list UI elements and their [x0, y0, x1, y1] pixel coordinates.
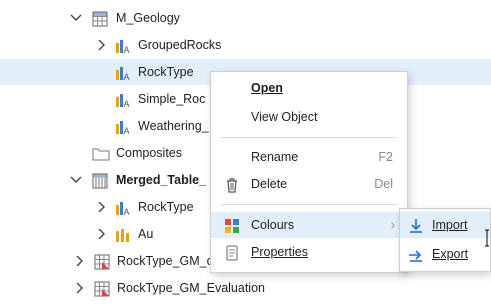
menu-item-label: Rename [251, 150, 299, 164]
properties-icon [224, 244, 240, 261]
merged-table-icon [92, 172, 108, 189]
tree-item-label: Weathering_ [138, 119, 209, 133]
menu-item-rename[interactable]: Rename F2 [211, 144, 407, 170]
svg-text:A: A [124, 126, 130, 135]
import-icon [408, 217, 424, 233]
shortcut-label: F2 [378, 150, 393, 164]
menu-item-label: Export [432, 247, 469, 261]
chevron-right-icon[interactable] [96, 221, 108, 247]
svg-text:A: A [124, 207, 130, 216]
export-icon [408, 246, 424, 262]
colours-submenu: Import Export [399, 208, 491, 272]
menu-item-colours[interactable]: Colours › [211, 212, 407, 238]
menu-item-label: Open [251, 81, 283, 95]
tree-item-composites[interactable]: Composites [0, 140, 230, 166]
tree-item-label: RockType_GM_Evaluation [117, 281, 265, 295]
menu-item-import[interactable]: Import [400, 212, 490, 238]
tree-item-au[interactable]: Au [0, 221, 230, 247]
shortcut-label: Del [374, 177, 393, 191]
tree-item-label: RockType [138, 200, 194, 214]
category-column-icon: A [115, 199, 131, 217]
svg-text:A: A [124, 72, 130, 81]
grid-table-icon [94, 280, 110, 297]
menu-item-label: Colours [251, 218, 295, 232]
menu-item-open[interactable]: Open [211, 75, 407, 101]
menu-item-export[interactable]: Export [400, 241, 490, 267]
tree-item-merged-table[interactable]: Merged_Table_ [0, 167, 230, 193]
folder-icon [92, 145, 110, 161]
chevron-down-icon[interactable] [70, 5, 82, 31]
svg-text:A: A [124, 99, 130, 108]
grid-table-icon [94, 253, 110, 270]
text-cursor-icon [484, 229, 490, 247]
menu-item-view-object[interactable]: View Object [211, 104, 407, 130]
tree-item-label: GroupedRocks [138, 38, 222, 52]
menu-separator [221, 204, 397, 205]
category-column-icon: A [115, 118, 131, 136]
chevron-right-icon: › [390, 218, 395, 232]
menu-item-label: Delete [251, 177, 288, 191]
chevron-right-icon[interactable] [74, 275, 86, 301]
trash-icon [224, 176, 240, 193]
tree-item-merged-rocktype[interactable]: A RockType [0, 194, 230, 220]
menu-item-properties[interactable]: Properties [211, 239, 407, 265]
category-column-icon: A [115, 37, 131, 55]
menu-item-label: View Object [251, 110, 318, 124]
menu-item-label: Import [432, 218, 468, 232]
colours-icon [224, 217, 240, 233]
tree-item-label: Au [138, 227, 154, 241]
tree-item-rocktype-gm-c[interactable]: RockType_GM_c [0, 248, 230, 274]
menu-separator [221, 137, 397, 138]
numeric-column-icon [115, 226, 131, 242]
tree-item-label: M_Geology [116, 11, 180, 25]
tree-item-label: RockType [138, 65, 194, 79]
tree-item-m-geology[interactable]: M_Geology [0, 5, 491, 31]
context-menu: Open View Object Rename F2 Delete Del Co… [210, 71, 408, 273]
menu-item-delete[interactable]: Delete Del [211, 171, 407, 197]
chevron-right-icon[interactable] [96, 194, 108, 220]
tree-item-rocktype-gm-evaluation[interactable]: RockType_GM_Evaluation [0, 275, 491, 301]
table-icon [92, 10, 108, 27]
chevron-right-icon[interactable] [96, 32, 108, 58]
menu-item-label: Properties [251, 245, 308, 259]
tree-item-weathering[interactable]: A Weathering_ [0, 113, 230, 139]
chevron-down-icon[interactable] [70, 167, 82, 193]
tree-item-label: Composites [116, 146, 182, 160]
tree-item-label: Simple_Roc [138, 92, 206, 106]
category-column-icon: A [115, 91, 131, 109]
svg-text:A: A [124, 45, 130, 54]
chevron-right-icon[interactable] [74, 248, 86, 274]
category-column-icon: A [115, 64, 131, 82]
tree-item-label: Merged_Table_ [116, 173, 207, 187]
tree-item-grouped-rocks[interactable]: A GroupedRocks [0, 32, 491, 58]
tree-item-simple-roc[interactable]: A Simple_Roc [0, 86, 230, 112]
tree-item-label: RockType_GM_c [117, 254, 213, 268]
